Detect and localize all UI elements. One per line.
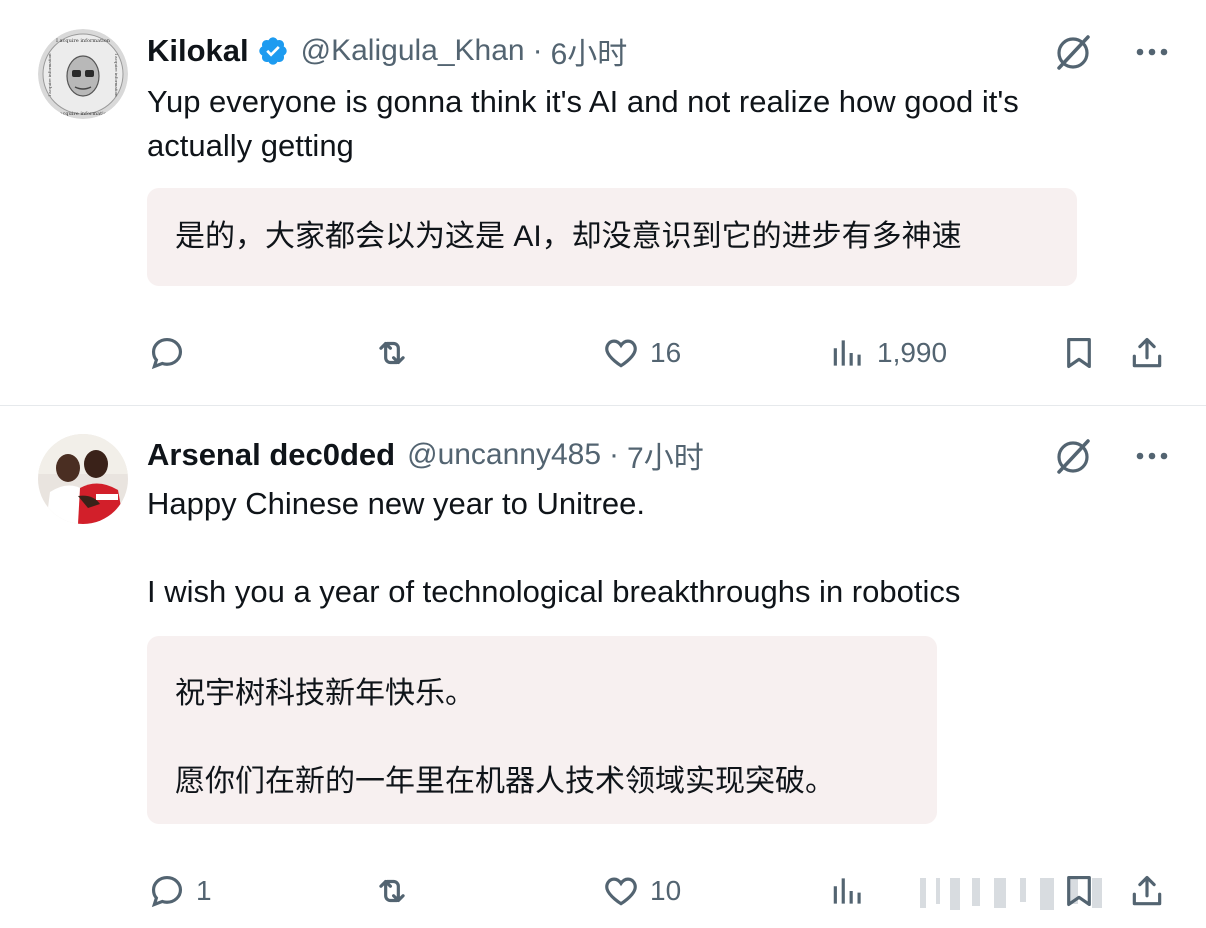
repost-button[interactable] xyxy=(373,872,421,910)
tweet-text-line: actually getting xyxy=(147,128,354,163)
avatar-arsenal[interactable] xyxy=(38,434,128,524)
handle[interactable]: @Kaligula_Khan xyxy=(301,34,525,68)
grok-icon[interactable] xyxy=(1052,436,1094,478)
display-name[interactable]: Arsenal dec0ded xyxy=(147,437,395,473)
bookmark-icon xyxy=(1067,875,1091,907)
views-count: 1,990 xyxy=(877,337,948,368)
display-name[interactable]: Kilokal xyxy=(147,33,249,69)
reply-icon xyxy=(151,875,183,908)
tweet-arsenal[interactable]: Arsenal dec0ded @uncanny485 · 7小时 Happy … xyxy=(0,406,1206,928)
avatar-kilokal[interactable]: I acquire information I acquire informat… xyxy=(38,29,128,119)
views-icon xyxy=(833,878,861,904)
like-button[interactable]: 10 xyxy=(602,872,681,910)
reply-count: 1 xyxy=(196,875,212,906)
bookmark-button[interactable] xyxy=(1060,872,1098,910)
heart-icon xyxy=(605,877,637,906)
translation-line: 愿你们在新的一年里在机器人技术领域实现突破。 xyxy=(175,765,835,798)
more-icon[interactable] xyxy=(1132,446,1172,466)
tweet-kilokal[interactable]: I acquire information I acquire informat… xyxy=(0,0,1206,405)
separator-dot: · xyxy=(609,438,620,471)
timestamp[interactable]: 6小时 xyxy=(551,29,628,73)
repost-icon xyxy=(379,341,405,365)
repost-button[interactable] xyxy=(373,334,421,372)
share-button[interactable] xyxy=(1128,334,1166,372)
avatar-text-top: I acquire information xyxy=(56,38,111,44)
share-icon xyxy=(1132,875,1162,906)
reply-icon xyxy=(151,337,183,370)
translation-box: 是的，大家都会以为这是 AI，却没意识到它的进步有多神速 xyxy=(147,188,1077,286)
views-icon xyxy=(833,340,861,366)
bookmark-button[interactable] xyxy=(1060,334,1098,372)
avatar-image: I acquire information I acquire informat… xyxy=(38,29,128,119)
action-bar: 1 10 xyxy=(0,868,1206,918)
tweet-header: Arsenal dec0ded @uncanny485 · 7小时 xyxy=(147,435,704,475)
tweet-text: Happy Chinese new year to Unitree. I wis… xyxy=(147,482,1157,614)
views-button[interactable] xyxy=(829,872,877,910)
repost-icon xyxy=(379,879,405,903)
share-icon xyxy=(1132,337,1162,368)
tweet-text-line: Happy Chinese new year to Unitree. xyxy=(147,486,645,521)
like-count: 16 xyxy=(650,337,682,368)
bookmark-icon xyxy=(1067,337,1091,369)
tweet-text: Yup everyone is gonna think it's AI and … xyxy=(147,80,1157,168)
more-icon[interactable] xyxy=(1132,42,1172,62)
avatar-text-right: I acquire information xyxy=(114,53,119,97)
avatar-text-left: I acquire information xyxy=(47,53,52,97)
like-button[interactable]: 16 xyxy=(602,334,681,372)
timestamp[interactable]: 7小时 xyxy=(627,433,704,477)
avatar-text-bottom: I acquire information xyxy=(56,111,111,117)
tweet-text-line: Yup everyone is gonna think it's AI and … xyxy=(147,84,1019,119)
tweet-header: Kilokal @Kaligula_Khan · 6小时 xyxy=(147,31,627,71)
tweet-text-line: I wish you a year of technological break… xyxy=(147,574,961,609)
verified-badge-icon[interactable] xyxy=(257,35,289,67)
like-count: 10 xyxy=(650,875,682,906)
reply-button[interactable]: 1 xyxy=(148,872,212,910)
avatar-image xyxy=(38,434,128,524)
share-button[interactable] xyxy=(1128,872,1166,910)
translation-line xyxy=(175,716,909,760)
action-bar: 16 1,990 xyxy=(0,330,1206,380)
handle[interactable]: @uncanny485 xyxy=(407,438,601,472)
translation-box: 祝宇树科技新年快乐。 愿你们在新的一年里在机器人技术领域实现突破。 xyxy=(147,636,937,824)
grok-icon[interactable] xyxy=(1052,32,1094,74)
translation-line: 是的，大家都会以为这是 AI，却没意识到它的进步有多神速 xyxy=(175,220,962,253)
separator-dot: · xyxy=(532,34,543,67)
translation-line: 祝宇树科技新年快乐。 xyxy=(175,677,475,710)
heart-icon xyxy=(605,339,637,368)
reply-button[interactable] xyxy=(148,334,196,372)
views-button[interactable]: 1,990 xyxy=(829,334,947,372)
tweet-text-line xyxy=(147,526,1157,570)
